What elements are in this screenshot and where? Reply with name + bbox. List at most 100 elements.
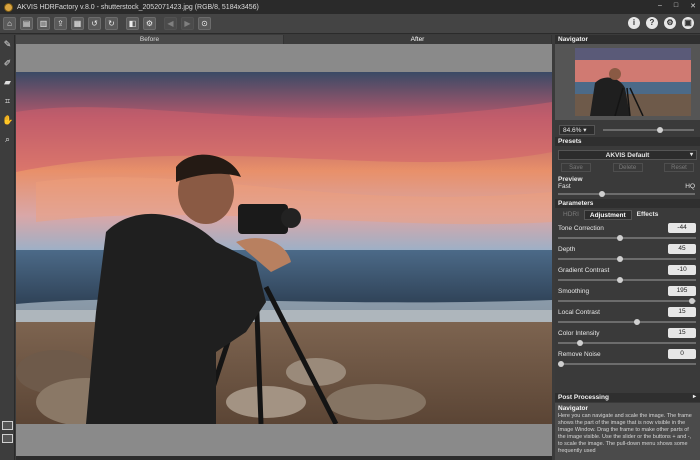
before-after-icon[interactable]: ◧ <box>126 17 139 30</box>
undo-icon[interactable]: ↺ <box>88 17 101 30</box>
parameter-label: Gradient Contrast <box>558 267 610 274</box>
parameter-label: Depth <box>558 246 576 253</box>
tab-after[interactable]: After <box>284 35 552 44</box>
parameter-slider-knob[interactable] <box>577 340 584 346</box>
main-toolbar: ⌂ ▤ ▥ ⇪ ▦ ↺ ↻ ◧ ⚙ ◀ ▶ ⊙ i ? ⚙ ▣ <box>0 14 700 34</box>
parameter-value-field[interactable]: 195 <box>668 286 696 296</box>
preview-row: Fast HQ <box>555 183 700 197</box>
parameter-slider-knob[interactable] <box>617 235 624 241</box>
app-logo-icon <box>4 2 13 12</box>
parameter-tabs: HDRI Adjustment Effects <box>558 210 697 220</box>
print-icon[interactable]: ▦ <box>71 17 84 30</box>
crop-icon[interactable]: ⌗ <box>2 96 13 107</box>
preview-fast-label: Fast <box>558 183 571 190</box>
minimize-button[interactable]: – <box>658 2 662 10</box>
parameter-slider-knob[interactable] <box>557 361 564 367</box>
help-panel: Navigator Here you can navigate and scal… <box>555 403 700 460</box>
forward-icon[interactable]: ▶ <box>181 17 194 30</box>
preset-save-button[interactable]: Save <box>561 163 591 172</box>
parameter-value-field[interactable]: 0 <box>668 349 696 359</box>
zoom-row: 84.6% ▾ <box>555 123 700 137</box>
parameter-slider[interactable] <box>558 277 696 283</box>
parameter-slider-knob[interactable] <box>688 298 695 304</box>
parameter-slider-knob[interactable] <box>633 319 640 325</box>
parameter-list: Tone Correction -44 Depth 45 Gradient Contra… <box>555 222 700 369</box>
chevron-down-icon: ▾ <box>689 152 693 158</box>
brush-icon[interactable]: ✐ <box>2 58 13 69</box>
preview-hq-label: HQ <box>685 183 695 190</box>
maximize-button[interactable]: □ <box>674 2 678 10</box>
parameter-slider-knob[interactable] <box>617 256 624 262</box>
settings-panel: Navigator 84.6% ▾ Presets AKVIS Default ▾… <box>555 35 700 460</box>
parameter-row: Gradient Contrast -10 <box>555 264 700 285</box>
parameter-value-field[interactable]: -10 <box>668 265 696 275</box>
help-title: Navigator <box>558 405 588 412</box>
parameter-slider-knob[interactable] <box>617 277 624 283</box>
parameter-value-field[interactable]: 45 <box>668 244 696 254</box>
preview-slider-knob[interactable] <box>598 191 605 197</box>
redo-icon[interactable]: ↻ <box>105 17 118 30</box>
parameter-row: Local Contrast 15 <box>555 306 700 327</box>
main-image[interactable] <box>16 72 552 424</box>
zoom-icon[interactable]: ⌕ <box>2 134 13 145</box>
window-title: AKVIS HDRFactory v.8.0 - shutterstock_20… <box>17 3 259 11</box>
parameter-label: Smoothing <box>558 288 590 295</box>
save-icon[interactable]: ▥ <box>37 17 50 30</box>
chevron-right-icon: ▸ <box>692 394 696 400</box>
view-mode-icon[interactable] <box>2 421 13 430</box>
close-panel-icon[interactable]: ▣ <box>682 17 694 29</box>
preview-slider[interactable] <box>558 191 695 197</box>
parameter-slider[interactable] <box>558 235 696 241</box>
zoom-slider[interactable] <box>603 127 694 133</box>
tab-before[interactable]: Before <box>16 35 284 44</box>
help-text: Here you can navigate and scale the imag… <box>558 413 692 454</box>
tab-hdri[interactable]: HDRI <box>558 210 584 220</box>
tab-effects[interactable]: Effects <box>632 210 664 220</box>
preset-reset-button[interactable]: Reset <box>664 163 694 172</box>
help-icon[interactable]: ? <box>646 17 658 29</box>
preset-select[interactable]: AKVIS Default ▾ <box>558 150 697 160</box>
title-bar: AKVIS HDRFactory v.8.0 - shutterstock_20… <box>0 0 700 14</box>
tab-adjustment[interactable]: Adjustment <box>583 210 632 220</box>
parameter-value-field[interactable]: -44 <box>668 223 696 233</box>
navigator-box[interactable] <box>555 44 700 120</box>
preferences-icon[interactable]: ⚙ <box>664 17 676 29</box>
parameter-slider[interactable] <box>558 319 696 325</box>
dropper-icon[interactable]: ✎ <box>2 39 13 50</box>
image-window[interactable] <box>16 44 552 456</box>
left-toolbar: ✎ ✐ ▰ ⌗ ✋ ⌕ <box>0 35 15 460</box>
navigator-header[interactable]: Navigator <box>555 35 700 44</box>
parameters-header[interactable]: Parameters <box>555 199 700 208</box>
home-icon[interactable]: ⌂ <box>3 17 16 30</box>
zoom-select[interactable]: 84.6% ▾ <box>559 125 595 135</box>
status-bar <box>16 456 552 460</box>
parameter-slider[interactable] <box>558 340 696 346</box>
info-icon[interactable]: i <box>628 17 640 29</box>
export-icon[interactable]: ⇪ <box>54 17 67 30</box>
split-view-icon[interactable] <box>2 434 13 443</box>
parameter-label: Tone Correction <box>558 225 604 232</box>
eraser-icon[interactable]: ▰ <box>2 77 13 88</box>
preset-delete-button[interactable]: Delete <box>612 163 643 172</box>
open-icon[interactable]: ▤ <box>20 17 33 30</box>
parameter-slider[interactable] <box>558 298 696 304</box>
parameter-row: Depth 45 <box>555 243 700 264</box>
parameter-row: Tone Correction -44 <box>555 222 700 243</box>
preview-label: Preview <box>558 176 583 183</box>
parameter-row: Color Intensity 15 <box>555 327 700 348</box>
navigator-thumbnail[interactable] <box>575 48 691 116</box>
settings-icon[interactable]: ⚙ <box>143 17 156 30</box>
parameter-slider[interactable] <box>557 361 696 367</box>
parameter-row: Remove Noise 0 <box>555 348 700 369</box>
parameter-slider[interactable] <box>558 256 696 262</box>
hand-icon[interactable]: ✋ <box>2 115 13 126</box>
parameter-value-field[interactable]: 15 <box>668 328 696 338</box>
parameter-label: Local Contrast <box>558 309 600 316</box>
back-icon[interactable]: ◀ <box>164 17 177 30</box>
zoom-slider-knob[interactable] <box>657 127 664 133</box>
post-processing-header[interactable]: Post Processing ▸ <box>555 393 700 402</box>
parameter-value-field[interactable]: 15 <box>668 307 696 317</box>
close-button[interactable]: ✕ <box>690 2 696 10</box>
run-icon[interactable]: ⊙ <box>198 17 211 30</box>
presets-header[interactable]: Presets <box>555 137 700 146</box>
